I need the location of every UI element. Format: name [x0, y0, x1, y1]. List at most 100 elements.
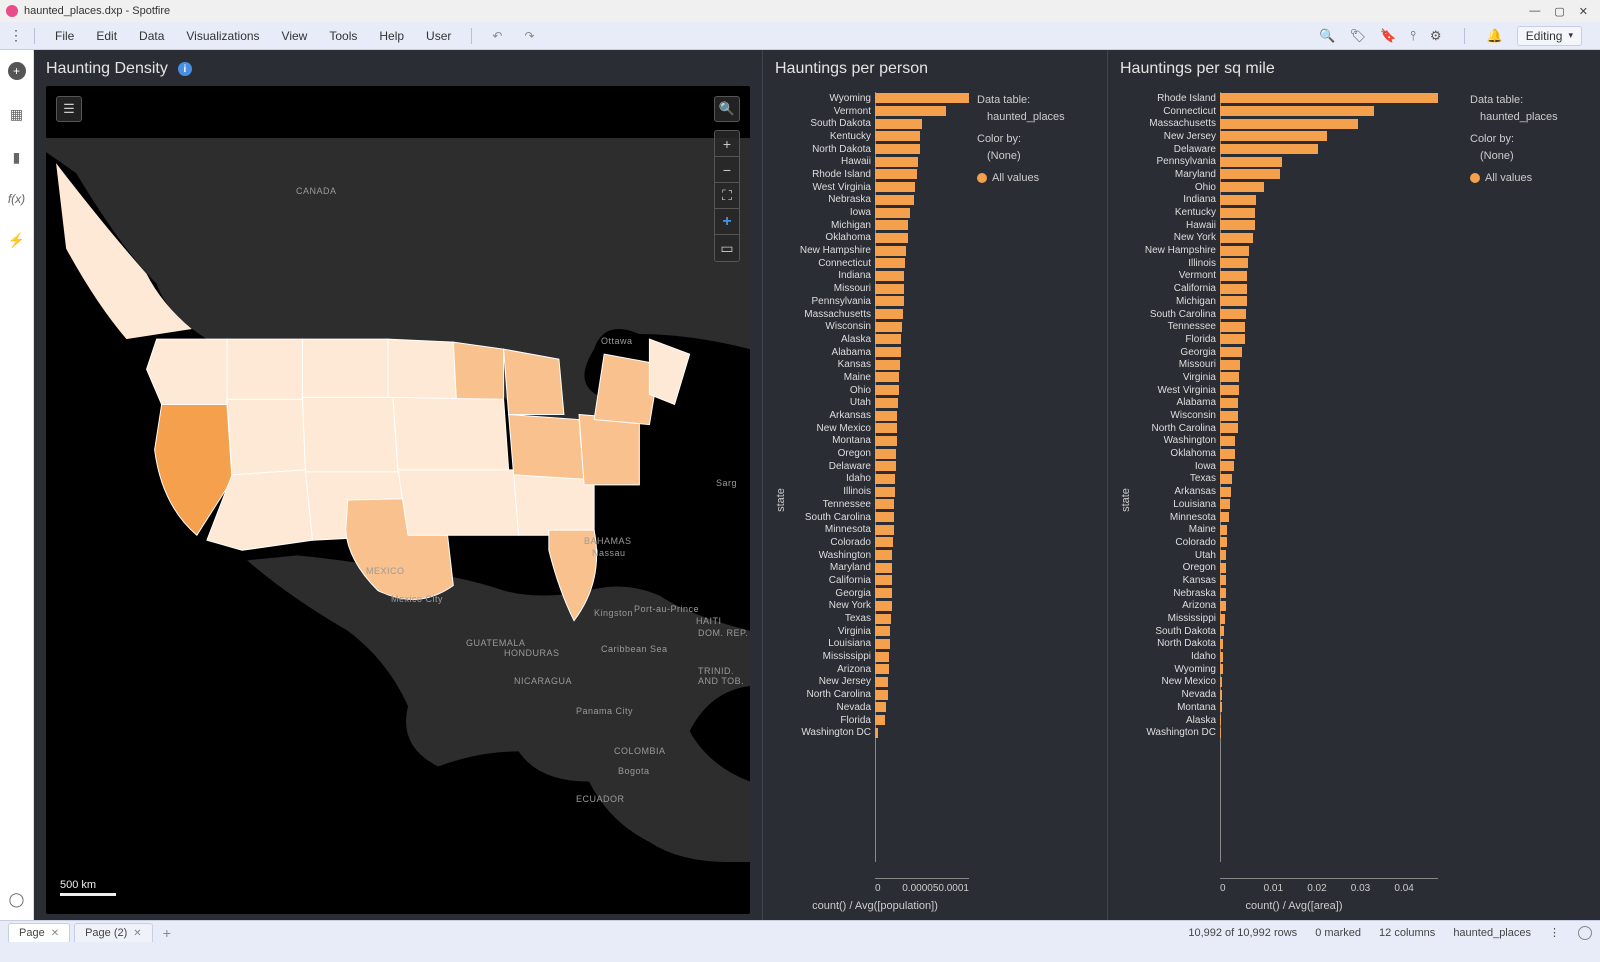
bar[interactable]: [1220, 487, 1231, 497]
bar[interactable]: [875, 474, 895, 484]
bar[interactable]: [875, 157, 918, 167]
recommendations-icon[interactable]: ◯: [9, 891, 25, 908]
add-visualization-button[interactable]: +: [8, 62, 26, 80]
minimize-icon[interactable]: —: [1529, 5, 1540, 18]
bookmark-icon[interactable]: 🔖: [1380, 28, 1396, 44]
menu-handle-icon[interactable]: ⋮: [8, 27, 24, 44]
bar[interactable]: [1220, 728, 1221, 738]
menu-view[interactable]: View: [272, 25, 318, 47]
bar[interactable]: [1220, 639, 1223, 649]
bar[interactable]: [1220, 550, 1226, 560]
bar[interactable]: [875, 512, 894, 522]
bar[interactable]: [875, 614, 891, 624]
barchart-tool-icon[interactable]: ▮: [13, 149, 21, 166]
layers-button[interactable]: ☰: [56, 96, 82, 122]
bar[interactable]: [875, 525, 894, 535]
bar[interactable]: [1220, 220, 1255, 230]
bar[interactable]: [875, 626, 890, 636]
bar[interactable]: [1220, 246, 1249, 256]
bar[interactable]: [1220, 182, 1264, 192]
bar[interactable]: [875, 639, 890, 649]
page-tab-1[interactable]: Page✕: [8, 923, 70, 942]
info-icon[interactable]: i: [178, 62, 192, 76]
bar[interactable]: [875, 398, 898, 408]
search-icon[interactable]: 🔍: [1319, 28, 1335, 44]
bar[interactable]: [1220, 119, 1358, 129]
bar[interactable]: [875, 385, 899, 395]
bar[interactable]: [875, 728, 878, 738]
bar[interactable]: [875, 119, 922, 129]
bar[interactable]: [1220, 169, 1280, 179]
bar[interactable]: [1220, 512, 1229, 522]
mode-selector[interactable]: Editing▾: [1517, 26, 1582, 46]
bar[interactable]: [1220, 499, 1230, 509]
map-search-button[interactable]: 🔍: [714, 96, 740, 122]
bar[interactable]: [875, 652, 889, 662]
bar[interactable]: [875, 715, 885, 725]
menu-visualizations[interactable]: Visualizations: [176, 25, 269, 47]
bar[interactable]: [1220, 652, 1223, 662]
table-tool-icon[interactable]: ▦: [10, 106, 23, 123]
bar[interactable]: [1220, 144, 1318, 154]
bar[interactable]: [1220, 208, 1255, 218]
bar[interactable]: [875, 131, 920, 141]
bar[interactable]: [875, 575, 892, 585]
bar[interactable]: [1220, 588, 1226, 598]
bar[interactable]: [1220, 677, 1222, 687]
bar[interactable]: [1220, 525, 1227, 535]
bar[interactable]: [875, 601, 892, 611]
bar[interactable]: [875, 702, 886, 712]
bar[interactable]: [1220, 690, 1222, 700]
menu-help[interactable]: Help: [369, 25, 414, 47]
bar[interactable]: [1220, 626, 1224, 636]
bar[interactable]: [1220, 347, 1242, 357]
bar[interactable]: [875, 334, 901, 344]
bar[interactable]: [875, 309, 903, 319]
bar[interactable]: [1220, 436, 1235, 446]
bar[interactable]: [1220, 271, 1247, 281]
menu-user[interactable]: User: [416, 25, 461, 47]
bar[interactable]: [1220, 360, 1240, 370]
bar[interactable]: [875, 423, 897, 433]
bar[interactable]: [875, 220, 908, 230]
undo-icon[interactable]: ↶: [482, 25, 512, 47]
fx-tool-icon[interactable]: f(x): [8, 192, 25, 206]
bar[interactable]: [875, 537, 893, 547]
bar[interactable]: [1220, 233, 1253, 243]
bar[interactable]: [1220, 474, 1232, 484]
menu-tools[interactable]: Tools: [319, 25, 367, 47]
bar[interactable]: [875, 258, 905, 268]
maximize-icon[interactable]: ▢: [1554, 5, 1564, 18]
bar[interactable]: [1220, 106, 1374, 116]
bar[interactable]: [1220, 385, 1239, 395]
bar[interactable]: [1220, 411, 1238, 421]
bar[interactable]: [875, 449, 896, 459]
bar[interactable]: [875, 93, 969, 103]
bar[interactable]: [1220, 601, 1226, 611]
menu-file[interactable]: File: [45, 25, 84, 47]
bar[interactable]: [1220, 334, 1245, 344]
bar[interactable]: [1220, 93, 1438, 103]
globe-icon[interactable]: [1578, 926, 1592, 940]
selection-rect-button[interactable]: ▭: [715, 235, 739, 261]
bar[interactable]: [875, 271, 904, 281]
zoom-in-button[interactable]: +: [715, 131, 739, 157]
bar[interactable]: [1220, 575, 1226, 585]
chart2-body[interactable]: state Rhode IslandConnecticutMassachuset…: [1120, 86, 1588, 914]
bar[interactable]: [1220, 702, 1222, 712]
close-tab-icon[interactable]: ✕: [51, 928, 59, 939]
bolt-tool-icon[interactable]: ⚡: [8, 232, 25, 249]
menu-edit[interactable]: Edit: [86, 25, 127, 47]
bar[interactable]: [1220, 664, 1223, 674]
status-menu-icon[interactable]: ⋮: [1549, 926, 1560, 939]
bar[interactable]: [875, 411, 897, 421]
bar[interactable]: [875, 588, 892, 598]
bar[interactable]: [875, 322, 902, 332]
bar[interactable]: [1220, 715, 1221, 725]
close-tab2-icon[interactable]: ✕: [133, 928, 141, 939]
bar[interactable]: [1220, 423, 1238, 433]
redo-icon[interactable]: ↷: [514, 25, 544, 47]
bar[interactable]: [1220, 398, 1238, 408]
bar[interactable]: [875, 664, 889, 674]
selection-add-button[interactable]: +: [715, 209, 739, 235]
